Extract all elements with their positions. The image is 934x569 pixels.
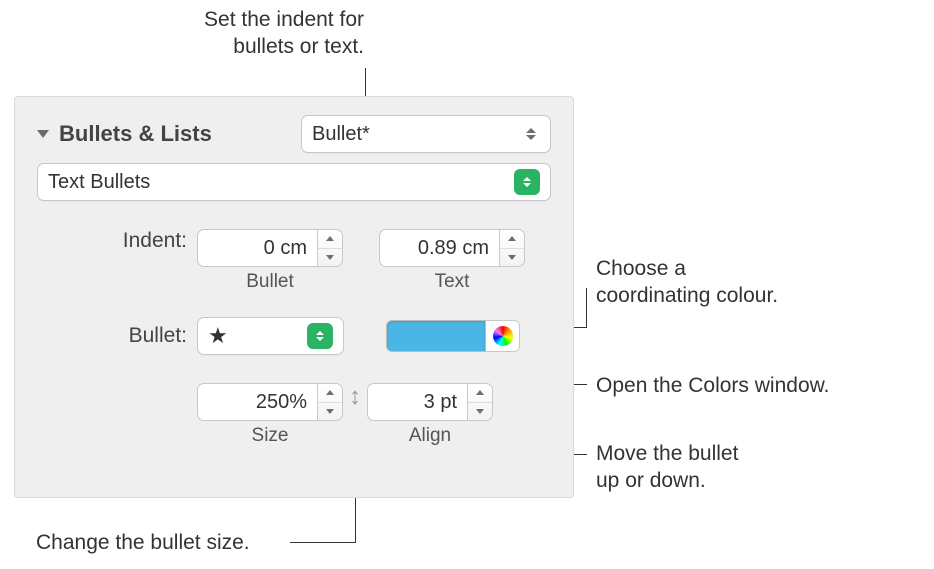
bullet-align-stepper[interactable]	[367, 383, 493, 421]
leader-size-h	[290, 542, 356, 543]
colour-wheel-button[interactable]	[486, 320, 520, 352]
bullet-size-field[interactable]	[197, 383, 317, 421]
stepper-down-button[interactable]	[318, 249, 342, 267]
indent-bullet-sublabel: Bullet	[246, 271, 294, 293]
popup-indicator-icon	[307, 323, 333, 349]
colour-wheel-icon	[493, 326, 513, 346]
stepper-down-button[interactable]	[318, 403, 342, 421]
callout-coord-colour-l1: Choose a	[596, 257, 686, 280]
list-style-popup[interactable]: Bullet*	[301, 115, 551, 153]
indent-text-stepper[interactable]	[379, 229, 525, 267]
bullet-size-sublabel: Size	[252, 425, 289, 447]
bullet-label: Bullet:	[37, 324, 197, 348]
indent-label: Indent:	[37, 229, 197, 253]
bullets-panel: Bullets & Lists Bullet* Text Bullets Ind…	[14, 96, 574, 498]
colour-swatch[interactable]	[386, 320, 486, 352]
vertical-arrows-icon: ↕	[349, 383, 361, 411]
stepper-down-button[interactable]	[500, 249, 524, 267]
stepper-up-button[interactable]	[318, 384, 342, 403]
stepper-up-button[interactable]	[318, 230, 342, 249]
callout-indent-l2: bullets or text.	[233, 35, 364, 58]
callout-colors-window: Open the Colors window.	[596, 372, 829, 399]
stepper-up-button[interactable]	[500, 230, 524, 249]
popup-indicator-icon	[514, 169, 540, 195]
callout-size: Change the bullet size.	[36, 529, 250, 556]
bullet-type-value: Text Bullets	[48, 171, 510, 194]
callout-align-l1: Move the bullet	[596, 442, 738, 465]
callout-indent-l1: Set the indent for	[204, 8, 364, 31]
section-title: Bullets & Lists	[59, 121, 212, 147]
callout-align-l2: up or down.	[596, 469, 706, 492]
section-header[interactable]: Bullets & Lists	[37, 121, 301, 147]
list-style-value: Bullet*	[312, 123, 526, 146]
callout-coord-colour: Choose a coordinating colour.	[596, 255, 778, 310]
indent-text-sublabel: Text	[435, 271, 470, 293]
callout-align: Move the bullet up or down.	[596, 440, 738, 495]
bullet-type-popup[interactable]: Text Bullets	[37, 163, 551, 201]
callout-indent: Set the indent for bullets or text.	[114, 6, 364, 61]
chevron-updown-icon	[526, 128, 540, 140]
stepper-down-button[interactable]	[468, 403, 492, 421]
indent-bullet-field[interactable]	[197, 229, 317, 267]
stepper-up-button[interactable]	[468, 384, 492, 403]
indent-bullet-stepper[interactable]	[197, 229, 343, 267]
disclosure-triangle-icon[interactable]	[37, 130, 49, 138]
bullet-size-stepper[interactable]	[197, 383, 343, 421]
bullet-align-field[interactable]	[367, 383, 467, 421]
bullet-align-sublabel: Align	[409, 425, 451, 447]
callout-coord-colour-l2: coordinating colour.	[596, 284, 778, 307]
bullet-char-popup[interactable]: ★	[197, 317, 344, 355]
bullet-char-value: ★	[208, 323, 303, 349]
indent-text-field[interactable]	[379, 229, 499, 267]
leader-coord-colour-v2	[586, 288, 587, 328]
